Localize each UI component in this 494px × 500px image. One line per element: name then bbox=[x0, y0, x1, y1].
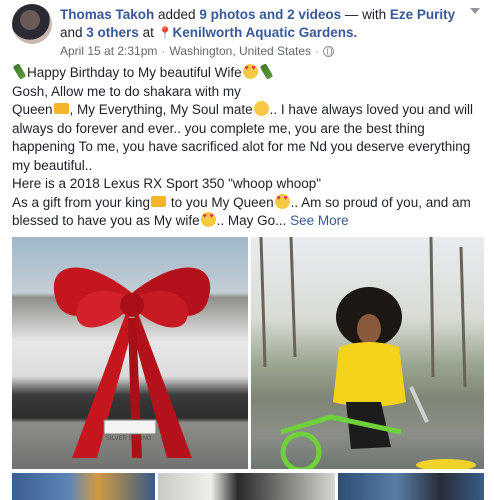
at-text: at bbox=[138, 25, 158, 40]
heart-eyes-emoji-icon bbox=[242, 64, 258, 79]
location-link[interactable]: Kenilworth Aquatic Gardens. bbox=[173, 25, 358, 40]
photo-grid: SILVER SPRING bbox=[12, 237, 484, 500]
photo-thumbnail[interactable] bbox=[338, 473, 484, 500]
car-plate-layer bbox=[103, 419, 157, 435]
with-text: — with bbox=[341, 7, 390, 22]
champagne-bottle-icon bbox=[12, 63, 27, 80]
meta-separator: · bbox=[161, 44, 166, 58]
text-line-2: Gosh, Allow me to do shakara with my bbox=[12, 83, 241, 99]
photo-thumbnail[interactable] bbox=[12, 473, 155, 500]
photo-thumbnail[interactable] bbox=[158, 473, 335, 500]
woman-bicycle-graphic bbox=[259, 237, 476, 469]
action-text: added bbox=[154, 7, 200, 22]
text-line-1: Happy Birthday to My beautiful Wife bbox=[12, 63, 482, 83]
photo-car-with-red-bow[interactable]: SILVER SPRING bbox=[12, 237, 248, 469]
text-line-4: Here is a 2018 Lexus RX Sport 350 "whoop… bbox=[12, 176, 322, 191]
crown-emoji-icon bbox=[151, 195, 167, 207]
author-avatar[interactable] bbox=[12, 4, 52, 44]
post-meta: April 15 at 2:31pm · Washington, United … bbox=[60, 44, 335, 58]
see-more-link[interactable]: See More bbox=[290, 213, 349, 228]
kiss-emoji-icon bbox=[253, 101, 269, 116]
post-author-line: Thomas Takoh added 9 photos and 2 videos… bbox=[60, 6, 480, 42]
heart-eyes-emoji-icon bbox=[274, 193, 290, 209]
location-pin-icon: 📍 bbox=[157, 26, 173, 40]
photos-link[interactable]: 9 photos and 2 videos bbox=[199, 7, 341, 22]
and-text: and bbox=[60, 25, 87, 40]
author-name-link[interactable]: Thomas Takoh bbox=[60, 7, 154, 22]
others-link[interactable]: 3 others bbox=[86, 25, 139, 40]
champagne-bottle-icon bbox=[259, 63, 273, 80]
text-line-3: Queen, My Everything, My Soul mate.. I h… bbox=[12, 101, 473, 173]
post-date-link[interactable]: April 15 at 2:31pm bbox=[60, 44, 157, 58]
text-line-5: As a gift from your king to you My Queen… bbox=[12, 193, 482, 231]
globe-icon[interactable] bbox=[323, 45, 335, 57]
post-options-chevron-down-icon[interactable] bbox=[468, 6, 482, 16]
heart-eyes-emoji-icon bbox=[200, 212, 216, 227]
post-place: Washington, United States bbox=[169, 44, 312, 58]
meta-separator-2: · bbox=[315, 44, 320, 58]
post-text: Happy Birthday to My beautiful Wife Gosh… bbox=[12, 63, 482, 231]
post-header: Thomas Takoh added 9 photos and 2 videos… bbox=[12, 4, 482, 60]
tagged-person-link[interactable]: Eze Purity bbox=[390, 7, 455, 22]
photo-woman-on-bicycle[interactable] bbox=[251, 237, 484, 469]
license-plate-text: SILVER SPRING bbox=[106, 436, 152, 442]
crown-emoji-icon bbox=[53, 103, 69, 114]
